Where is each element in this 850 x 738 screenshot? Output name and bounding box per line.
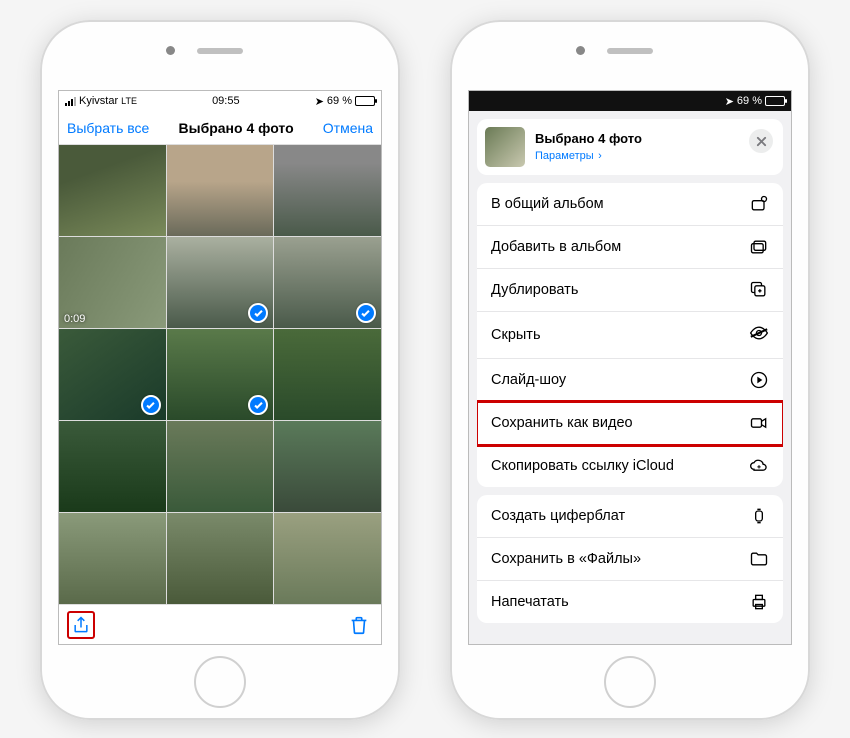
action-label: Сохранить в «Файлы» bbox=[491, 551, 641, 567]
clock: 09:55 bbox=[212, 95, 240, 107]
battery-pct: 69 % bbox=[327, 95, 352, 107]
phone-right: ➤ 69 % Выбрано 4 фото Параметры › bbox=[450, 20, 810, 720]
action-label: Сохранить как видео bbox=[491, 415, 633, 431]
photo-thumb[interactable] bbox=[59, 513, 166, 604]
home-button[interactable] bbox=[604, 656, 656, 708]
action-create-watchface[interactable]: Создать циферблат bbox=[477, 495, 783, 538]
location-icon: ➤ bbox=[725, 95, 734, 108]
front-camera bbox=[166, 46, 175, 55]
check-icon bbox=[141, 395, 161, 415]
shared-album-icon bbox=[749, 194, 769, 214]
check-icon bbox=[248, 395, 268, 415]
photo-thumb[interactable] bbox=[274, 237, 381, 328]
action-hide[interactable]: Скрыть bbox=[477, 312, 783, 359]
photo-thumb[interactable] bbox=[274, 329, 381, 420]
signal-icon bbox=[65, 97, 76, 106]
photo-thumb[interactable] bbox=[167, 513, 274, 604]
photo-thumb[interactable] bbox=[59, 145, 166, 236]
photo-thumb[interactable] bbox=[167, 145, 274, 236]
action-label: Создать циферблат bbox=[491, 508, 625, 524]
hide-icon bbox=[749, 323, 769, 347]
folder-icon bbox=[749, 549, 769, 569]
photo-thumb[interactable] bbox=[167, 329, 274, 420]
photo-thumb[interactable] bbox=[167, 237, 274, 328]
photo-thumb[interactable] bbox=[167, 421, 274, 512]
check-icon bbox=[248, 303, 268, 323]
action-shared-album[interactable]: В общий альбом bbox=[477, 183, 783, 226]
battery-pct: 69 % bbox=[737, 95, 762, 107]
phone-left: Kyivstar LTE 09:55 ➤ 69 % Выбрать все Вы… bbox=[40, 20, 400, 720]
printer-icon bbox=[749, 592, 769, 612]
location-icon: ➤ bbox=[315, 95, 324, 108]
trash-icon bbox=[348, 614, 370, 636]
nav-title: Выбрано 4 фото bbox=[179, 120, 294, 136]
sheet-options-button[interactable]: Параметры › bbox=[535, 146, 642, 164]
photo-thumb[interactable] bbox=[274, 145, 381, 236]
icloud-link-icon bbox=[749, 456, 769, 476]
chevron-right-icon: › bbox=[598, 150, 602, 162]
play-icon bbox=[749, 370, 769, 390]
action-save-as-video[interactable]: Сохранить как видео bbox=[477, 402, 783, 445]
check-icon bbox=[356, 303, 376, 323]
speaker bbox=[607, 48, 653, 54]
status-bar: Kyivstar LTE 09:55 ➤ 69 % bbox=[59, 91, 381, 111]
action-group-1: В общий альбом Добавить в альбом Дублиро… bbox=[477, 183, 783, 487]
photo-thumb[interactable] bbox=[274, 421, 381, 512]
video-icon bbox=[749, 413, 769, 433]
action-slideshow[interactable]: Слайд-шоу bbox=[477, 359, 783, 402]
sheet-thumbnail bbox=[485, 127, 525, 167]
status-bar: ➤ 69 % bbox=[469, 91, 791, 111]
action-save-to-files[interactable]: Сохранить в «Файлы» bbox=[477, 538, 783, 581]
add-album-icon bbox=[749, 237, 769, 257]
watch-icon bbox=[749, 506, 769, 526]
share-button[interactable] bbox=[67, 611, 95, 639]
home-button[interactable] bbox=[194, 656, 246, 708]
nav-bar: Выбрать все Выбрано 4 фото Отмена bbox=[59, 111, 381, 145]
photo-thumb[interactable]: 0:09 bbox=[59, 237, 166, 328]
photo-thumb[interactable] bbox=[274, 513, 381, 604]
battery-icon bbox=[765, 96, 785, 106]
speaker bbox=[197, 48, 243, 54]
action-group-2: Создать циферблат Сохранить в «Файлы» На… bbox=[477, 495, 783, 623]
video-duration: 0:09 bbox=[64, 313, 85, 325]
screen-share-sheet: ➤ 69 % Выбрано 4 фото Параметры › bbox=[468, 90, 792, 645]
front-camera bbox=[576, 46, 585, 55]
photo-thumb[interactable] bbox=[59, 329, 166, 420]
sheet-header: Выбрано 4 фото Параметры › bbox=[477, 119, 783, 175]
photo-grid: 0:09 bbox=[59, 145, 381, 604]
lte-icon: LTE bbox=[121, 96, 137, 106]
action-add-album[interactable]: Добавить в альбом bbox=[477, 226, 783, 269]
select-all-button[interactable]: Выбрать все bbox=[67, 120, 149, 136]
screen-photos: Kyivstar LTE 09:55 ➤ 69 % Выбрать все Вы… bbox=[58, 90, 382, 645]
action-label: Добавить в альбом bbox=[491, 239, 621, 255]
close-icon bbox=[756, 136, 767, 147]
share-icon bbox=[71, 614, 91, 636]
toolbar bbox=[59, 604, 381, 644]
action-copy-icloud-link[interactable]: Скопировать ссылку iCloud bbox=[477, 445, 783, 487]
trash-button[interactable] bbox=[345, 611, 373, 639]
action-label: Слайд-шоу bbox=[491, 372, 566, 388]
close-button[interactable] bbox=[749, 129, 773, 153]
battery-icon bbox=[355, 96, 375, 106]
action-label: Скрыть bbox=[491, 327, 541, 343]
carrier-label: Kyivstar bbox=[79, 95, 118, 107]
duplicate-icon bbox=[749, 280, 769, 300]
sheet-title: Выбрано 4 фото bbox=[535, 131, 642, 146]
share-sheet: Выбрано 4 фото Параметры › В общий альбо… bbox=[469, 111, 791, 644]
action-print[interactable]: Напечатать bbox=[477, 581, 783, 623]
action-label: Скопировать ссылку iCloud bbox=[491, 458, 674, 474]
action-duplicate[interactable]: Дублировать bbox=[477, 269, 783, 312]
action-label: Напечатать bbox=[491, 594, 569, 610]
action-label: Дублировать bbox=[491, 282, 578, 298]
cancel-button[interactable]: Отмена bbox=[323, 120, 373, 136]
action-label: В общий альбом bbox=[491, 196, 604, 212]
photo-thumb[interactable] bbox=[59, 421, 166, 512]
